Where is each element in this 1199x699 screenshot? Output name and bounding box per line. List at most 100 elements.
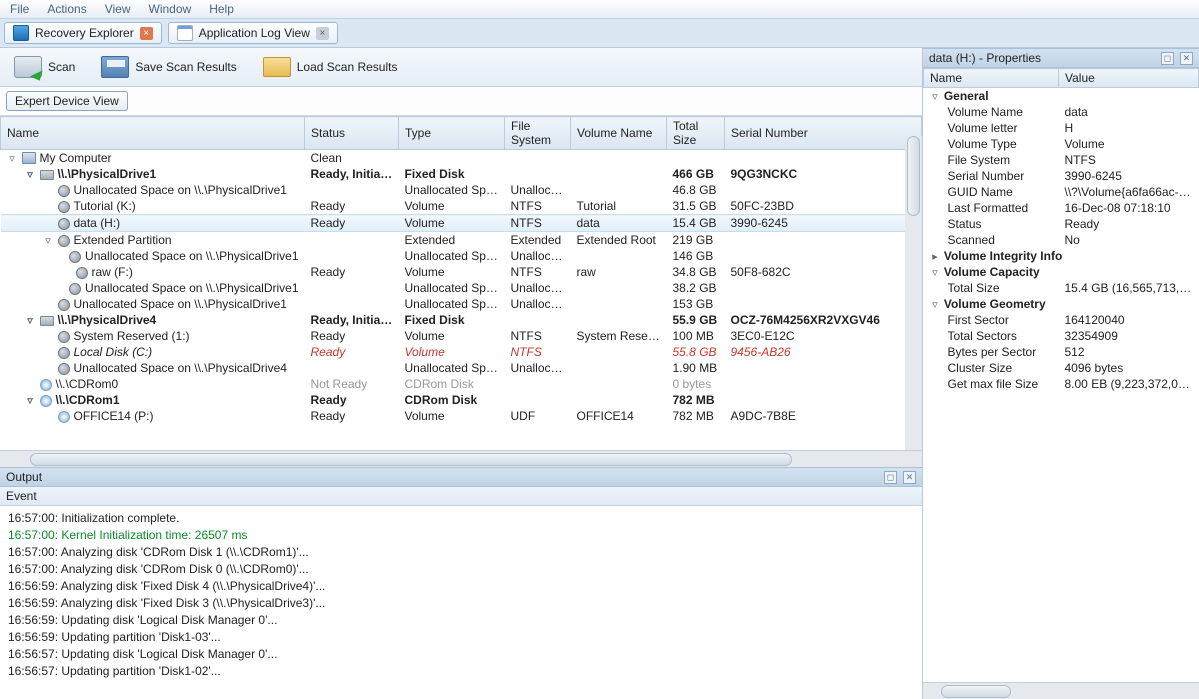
props-horizontal-scrollbar[interactable] xyxy=(923,682,1199,699)
menu-view[interactable]: View xyxy=(105,2,131,16)
prop-name: First Sector xyxy=(924,312,1059,328)
output-pin-icon[interactable]: ◻ xyxy=(884,471,897,484)
tab-label: Recovery Explorer xyxy=(35,26,134,40)
disk-icon xyxy=(58,201,70,213)
device-row[interactable]: ▿Extended PartitionExtendedExtendedExten… xyxy=(1,232,922,249)
device-row[interactable]: ▿My ComputerClean xyxy=(1,150,922,167)
expand-icon[interactable]: ▿ xyxy=(25,314,36,327)
cell-fs xyxy=(505,392,571,408)
prop-row[interactable]: StatusReady xyxy=(924,216,1199,232)
category-toggle-icon[interactable]: ▸ xyxy=(930,250,941,263)
props-pin-icon[interactable]: ◻ xyxy=(1161,52,1174,65)
device-row[interactable]: Local Disk (C:)ReadyVolumeNTFS55.8 GB945… xyxy=(1,344,922,360)
device-row[interactable]: Unallocated Space on \\.\PhysicalDrive1U… xyxy=(1,248,922,264)
prop-category[interactable]: ▸ Volume Integrity Info xyxy=(924,248,1199,264)
prop-value: 512 xyxy=(1059,344,1199,360)
col-serial-number[interactable]: Serial Number xyxy=(725,117,922,150)
device-row[interactable]: ▿\\.\CDRom1ReadyCDRom Disk782 MB xyxy=(1,392,922,408)
prop-row[interactable]: Volume Namedata xyxy=(924,104,1199,120)
log-line: 16:57:00: Analyzing disk 'CDRom Disk 1 (… xyxy=(8,544,914,561)
device-row[interactable]: Unallocated Space on \\.\PhysicalDrive4U… xyxy=(1,360,922,376)
expand-icon[interactable]: ▿ xyxy=(25,394,36,407)
log-line: 16:56:59: Updating partition 'Disk1-03'.… xyxy=(8,629,914,646)
category-toggle-icon[interactable]: ▿ xyxy=(930,266,941,279)
pcol-name[interactable]: Name xyxy=(924,69,1059,88)
device-grid[interactable]: NameStatusTypeFile SystemVolume NameTota… xyxy=(0,116,922,450)
tab-close-icon[interactable]: × xyxy=(140,27,153,40)
device-row[interactable]: \\.\CDRom0Not ReadyCDRom Disk0 bytes xyxy=(1,376,922,392)
cell-type: Volume xyxy=(399,264,505,280)
expand-icon[interactable]: ▿ xyxy=(43,234,54,247)
device-name: System Reserved (1:) xyxy=(74,329,190,343)
device-row[interactable]: ▿\\.\PhysicalDrive4Ready, InitializedFix… xyxy=(1,312,922,328)
tab-close-icon[interactable]: × xyxy=(316,27,329,40)
menu-help[interactable]: Help xyxy=(209,2,234,16)
prop-row[interactable]: Get max file Size8.00 EB (9,223,372,036,… xyxy=(924,376,1199,392)
cell-size: 466 GB xyxy=(667,166,725,182)
output-panel-header: Output ◻ ✕ xyxy=(0,467,922,487)
prop-row[interactable]: Volume letterH xyxy=(924,120,1199,136)
cell-size: 100 MB xyxy=(667,328,725,344)
vertical-scrollbar[interactable] xyxy=(905,136,922,450)
device-row[interactable]: Tutorial (K:)ReadyVolumeNTFSTutorial31.5… xyxy=(1,198,922,215)
cell-vol xyxy=(571,166,667,182)
load-scan-button[interactable]: Load Scan Results xyxy=(259,55,402,79)
menu-actions[interactable]: Actions xyxy=(47,2,86,16)
menu-file[interactable]: File xyxy=(10,2,29,16)
expert-view-button[interactable]: Expert Device View xyxy=(6,91,128,111)
prop-row[interactable]: First Sector164120040 xyxy=(924,312,1199,328)
prop-category[interactable]: ▿ General xyxy=(924,88,1199,105)
category-toggle-icon[interactable]: ▿ xyxy=(930,90,941,103)
prop-row[interactable]: Total Size15.4 GB (16,565,713,408 by xyxy=(924,280,1199,296)
disk-icon xyxy=(76,267,88,279)
device-row[interactable]: Unallocated Space on \\.\PhysicalDrive1U… xyxy=(1,296,922,312)
horizontal-scrollbar[interactable] xyxy=(0,450,922,467)
col-status[interactable]: Status xyxy=(305,117,399,150)
col-file-system[interactable]: File System xyxy=(505,117,571,150)
device-row[interactable]: raw (F:)ReadyVolumeNTFSraw34.8 GB50F8-68… xyxy=(1,264,922,280)
device-row[interactable]: ▿\\.\PhysicalDrive1Ready, InitializedFix… xyxy=(1,166,922,182)
cell-vol xyxy=(571,376,667,392)
prop-row[interactable]: Total Sectors32354909 xyxy=(924,328,1199,344)
device-row[interactable]: OFFICE14 (P:)ReadyVolumeUDFOFFICE14782 M… xyxy=(1,408,922,424)
pcol-value[interactable]: Value xyxy=(1059,69,1199,88)
col-volume-name[interactable]: Volume Name xyxy=(571,117,667,150)
device-row[interactable]: data (H:)ReadyVolumeNTFSdata15.4 GB3990-… xyxy=(1,215,922,232)
prop-row[interactable]: GUID Name\\?\Volume{a6fa66ac-00e7-1 xyxy=(924,184,1199,200)
cell-size: 15.4 GB xyxy=(667,215,725,232)
prop-row[interactable]: ScannedNo xyxy=(924,232,1199,248)
tab-0[interactable]: Recovery Explorer × xyxy=(4,22,162,44)
prop-value: H xyxy=(1059,120,1199,136)
scan-button[interactable]: Scan xyxy=(10,54,79,80)
prop-row[interactable]: Last Formatted16-Dec-08 07:18:10 xyxy=(924,200,1199,216)
prop-category[interactable]: ▿ Volume Geometry xyxy=(924,296,1199,312)
props-close-icon[interactable]: ✕ xyxy=(1180,52,1193,65)
device-row[interactable]: Unallocated Space on \\.\PhysicalDrive1U… xyxy=(1,280,922,296)
prop-value: 32354909 xyxy=(1059,328,1199,344)
expand-icon[interactable]: ▿ xyxy=(25,168,36,181)
cell-type: Volume xyxy=(399,344,505,360)
col-type[interactable]: Type xyxy=(399,117,505,150)
save-scan-button[interactable]: Save Scan Results xyxy=(97,54,240,80)
menu-window[interactable]: Window xyxy=(149,2,192,16)
drive-icon xyxy=(40,316,54,326)
prop-category[interactable]: ▿ Volume Capacity xyxy=(924,264,1199,280)
properties-grid[interactable]: NameValue ▿ GeneralVolume NamedataVolume… xyxy=(923,68,1199,682)
prop-row[interactable]: Volume TypeVolume xyxy=(924,136,1199,152)
prop-row[interactable]: Serial Number3990-6245 xyxy=(924,168,1199,184)
log-line: 16:57:00: Initialization complete. xyxy=(8,510,914,527)
prop-row[interactable]: Cluster Size4096 bytes xyxy=(924,360,1199,376)
cell-fs xyxy=(505,166,571,182)
tab-1[interactable]: Application Log View× xyxy=(168,22,338,44)
expand-icon[interactable]: ▿ xyxy=(7,152,18,165)
col-name[interactable]: Name xyxy=(1,117,305,150)
drive-icon xyxy=(40,170,54,180)
output-log[interactable]: 16:57:00: Initialization complete. 16:57:… xyxy=(0,506,922,699)
prop-row[interactable]: Bytes per Sector512 xyxy=(924,344,1199,360)
prop-row[interactable]: File SystemNTFS xyxy=(924,152,1199,168)
device-row[interactable]: Unallocated Space on \\.\PhysicalDrive1U… xyxy=(1,182,922,198)
col-total-size[interactable]: Total Size xyxy=(667,117,725,150)
device-row[interactable]: System Reserved (1:)ReadyVolumeNTFSSyste… xyxy=(1,328,922,344)
output-close-icon[interactable]: ✕ xyxy=(903,471,916,484)
category-toggle-icon[interactable]: ▿ xyxy=(930,298,941,311)
